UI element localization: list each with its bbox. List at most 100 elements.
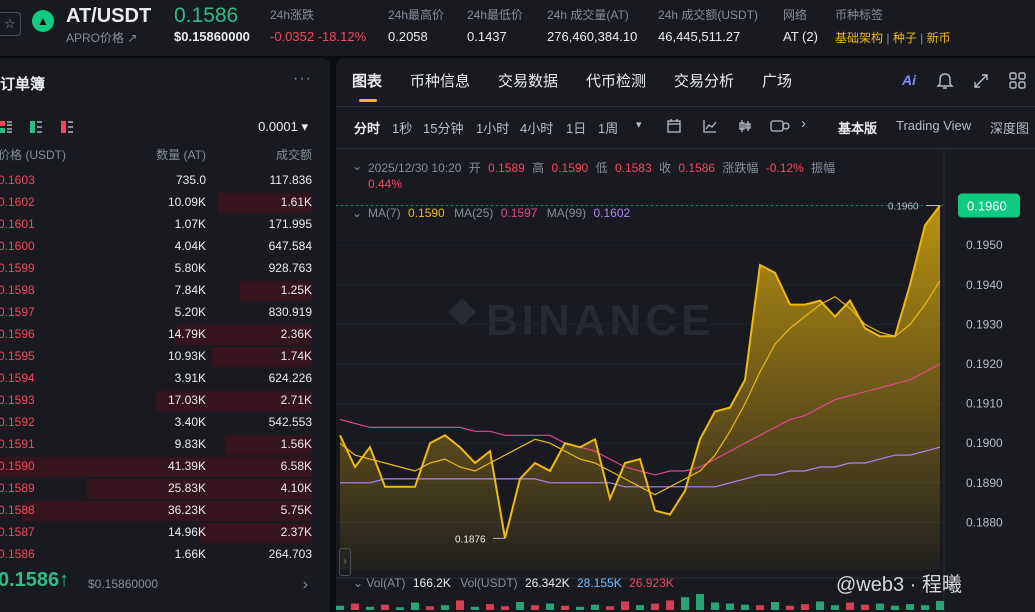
volume-bar bbox=[591, 604, 599, 610]
tab-chart[interactable]: 图表 bbox=[352, 70, 382, 91]
ticker-header: ☆ ▲ AT/USDT APRO价格 ↗ 0.1586 $0.15860000 … bbox=[0, 0, 1035, 56]
interval-1d[interactable]: 1日 bbox=[566, 118, 586, 137]
order-quantity: 10.93K bbox=[167, 349, 206, 363]
order-price: 0.1592 bbox=[0, 415, 35, 429]
order-book-row[interactable]: 0.1596 14.79K 2.36K bbox=[0, 324, 330, 346]
order-book-more-icon[interactable]: ··· bbox=[293, 70, 312, 88]
y-tick-label: 0.1920 bbox=[966, 357, 1003, 371]
order-quantity: 735.0 bbox=[175, 173, 206, 187]
order-book-row[interactable]: 0.1589 25.83K 4.10K bbox=[0, 478, 330, 500]
order-total: 1.25K bbox=[280, 283, 312, 297]
ai-icon[interactable]: Ai bbox=[902, 72, 916, 88]
tab-trading-data[interactable]: 交易数据 bbox=[498, 70, 558, 91]
stat-label-low: 24h最低价 bbox=[467, 8, 524, 22]
coin-price-link[interactable]: APRO价格 ↗ bbox=[66, 29, 137, 46]
column-header-price: 价格 (USDT) bbox=[0, 148, 66, 162]
tag-new-coin[interactable]: 新币 bbox=[927, 31, 951, 45]
interval-4h[interactable]: 4小时 bbox=[520, 118, 553, 137]
order-book-row[interactable]: 0.1592 3.40K 542.553 bbox=[0, 412, 330, 434]
chart-scroll-left-icon[interactable]: › bbox=[339, 548, 351, 576]
order-price: 0.1602 bbox=[0, 195, 35, 209]
ohlc-collapse-icon[interactable]: ⌄ bbox=[352, 159, 362, 173]
ohlc-change-label: 涨跌幅 bbox=[722, 161, 759, 175]
tab-coin-info[interactable]: 币种信息 bbox=[410, 70, 470, 91]
pair-title[interactable]: AT/USDT bbox=[66, 5, 151, 28]
interval-15m[interactable]: 15分钟 bbox=[423, 118, 463, 137]
fullscreen-icon[interactable] bbox=[972, 72, 990, 90]
chart-panel: 图表 币种信息 交易数据 代币检测 交易分析 广场 Ai 分时 1秒 15分钟 … bbox=[336, 58, 1035, 612]
tag-seed[interactable]: 种子 bbox=[893, 31, 917, 45]
settings-toggle-icon[interactable] bbox=[770, 118, 790, 134]
calendar-icon[interactable] bbox=[666, 118, 682, 134]
order-book-row[interactable]: 0.1594 3.91K 624.226 bbox=[0, 368, 330, 390]
order-book-expand-arrow-icon[interactable]: › bbox=[303, 576, 308, 594]
volume-bar bbox=[786, 605, 794, 610]
price-precision-select[interactable]: 0.0001 ▾ bbox=[258, 119, 308, 135]
order-price: 0.1594 bbox=[0, 371, 35, 385]
layout-grid-icon[interactable] bbox=[1008, 71, 1028, 91]
order-book-row[interactable]: 0.1591 9.83K 1.56K bbox=[0, 434, 330, 456]
ohlc-low: 0.1583 bbox=[614, 161, 652, 175]
toolbar-next-icon[interactable]: › bbox=[801, 115, 806, 132]
ma99-label: MA(99) bbox=[546, 206, 587, 220]
ohlc-amplitude-label: 振幅 bbox=[811, 161, 836, 175]
order-book-row[interactable]: 0.1602 10.09K 1.61K bbox=[0, 192, 330, 214]
order-book-row[interactable]: 0.1598 7.84K 1.25K bbox=[0, 280, 330, 302]
favorite-star-icon[interactable]: ☆ bbox=[0, 12, 21, 36]
interval-line[interactable]: 分时 bbox=[354, 118, 380, 137]
tab-square[interactable]: 广场 bbox=[762, 70, 792, 91]
indicator-icon[interactable] bbox=[702, 118, 718, 134]
interval-1h[interactable]: 1小时 bbox=[476, 118, 509, 137]
order-book-row[interactable]: 0.1603 735.0 117.836 bbox=[0, 170, 330, 192]
order-quantity: 17.03K bbox=[167, 393, 206, 407]
volume-bar bbox=[696, 594, 704, 610]
tag-infrastructure[interactable]: 基础架构 bbox=[835, 31, 883, 45]
stat-value-network[interactable]: AT (2) bbox=[783, 29, 818, 44]
interval-1w[interactable]: 1周 bbox=[598, 118, 618, 137]
candlestick-icon[interactable] bbox=[737, 118, 753, 134]
order-book-row[interactable]: 0.1593 17.03K 2.71K bbox=[0, 390, 330, 412]
order-price: 0.1593 bbox=[0, 393, 35, 407]
mode-both-icon[interactable] bbox=[0, 121, 12, 133]
order-total: 1.56K bbox=[280, 437, 312, 451]
ohlc-change: -0.12% bbox=[765, 161, 804, 175]
view-depth[interactable]: 深度图 bbox=[990, 118, 1029, 137]
order-book-row[interactable]: 0.1587 14.96K 2.37K bbox=[0, 522, 330, 544]
order-price: 0.1599 bbox=[0, 261, 35, 275]
order-book-row[interactable]: 0.1599 5.80K 928.763 bbox=[0, 258, 330, 280]
tab-divider bbox=[336, 106, 1035, 107]
tab-token-check[interactable]: 代币检测 bbox=[586, 70, 646, 91]
y-tick-label: 0.1890 bbox=[966, 476, 1003, 490]
mode-asks-icon[interactable] bbox=[61, 121, 73, 133]
mode-bids-icon[interactable] bbox=[30, 121, 42, 133]
ohlc-close: 0.1586 bbox=[678, 161, 716, 175]
order-total: 1.74K bbox=[280, 349, 312, 363]
view-basic[interactable]: 基本版 bbox=[838, 118, 877, 137]
stat-value-volume: 276,460,384.10 bbox=[547, 29, 638, 44]
order-book-row[interactable]: 0.1595 10.93K 1.74K bbox=[0, 346, 330, 368]
order-book-row[interactable]: 0.1597 5.20K 830.919 bbox=[0, 302, 330, 324]
order-book-row[interactable]: 0.1588 36.23K 5.75K bbox=[0, 500, 330, 522]
volume-bar bbox=[516, 602, 524, 610]
order-price: 0.1601 bbox=[0, 217, 35, 231]
interval-more-chevron-icon[interactable]: ▾ bbox=[636, 118, 642, 131]
order-book-row[interactable]: 0.1586 1.66K 264.703 bbox=[0, 544, 330, 566]
order-total: 928.763 bbox=[268, 261, 312, 275]
volume-bar bbox=[396, 607, 404, 610]
volume-bar bbox=[351, 603, 359, 610]
order-price: 0.1586 bbox=[0, 547, 35, 561]
order-price: 0.1603 bbox=[0, 173, 35, 187]
toolbar-divider bbox=[336, 148, 1035, 149]
order-quantity: 36.23K bbox=[167, 503, 206, 517]
bell-icon[interactable] bbox=[936, 72, 954, 90]
tab-trade-analysis[interactable]: 交易分析 bbox=[674, 70, 734, 91]
volume-legend: ⌄ Vol(AT) 166.2K Vol(USDT) 26.342K 28.15… bbox=[353, 576, 674, 590]
view-tradingview[interactable]: Trading View bbox=[896, 118, 971, 133]
interval-1s[interactable]: 1秒 bbox=[392, 118, 412, 137]
order-book-row[interactable]: 0.1590 41.39K 6.58K bbox=[0, 456, 330, 478]
ma-collapse-icon[interactable]: ⌄ bbox=[352, 206, 362, 220]
order-book-row[interactable]: 0.1600 4.04K 647.584 bbox=[0, 236, 330, 258]
volume-collapse-icon[interactable]: ⌄ bbox=[353, 576, 366, 590]
order-book-row[interactable]: 0.1601 1.07K 171.995 bbox=[0, 214, 330, 236]
ohlc-low-label: 低 bbox=[595, 161, 608, 175]
